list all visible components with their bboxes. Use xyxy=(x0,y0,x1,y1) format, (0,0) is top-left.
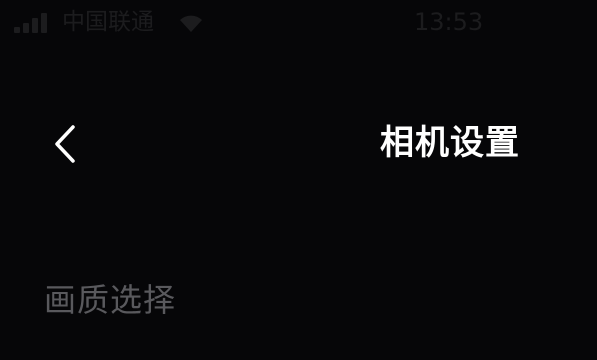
signal-icon xyxy=(14,11,54,33)
status-time: 13:53 xyxy=(414,8,484,36)
section-label-quality: 画质选择 xyxy=(44,281,177,319)
wifi-icon xyxy=(176,12,206,34)
page-title: 相机设置 xyxy=(380,123,520,163)
back-button[interactable] xyxy=(40,118,90,168)
carrier-name: 中国联通 xyxy=(62,9,154,35)
status-bar: 中国联通 13:53 xyxy=(0,0,597,44)
camera-settings-screen: 中国联通 13:53 相机设置 画质选择 xyxy=(0,0,597,360)
chevron-left-icon xyxy=(55,125,75,163)
